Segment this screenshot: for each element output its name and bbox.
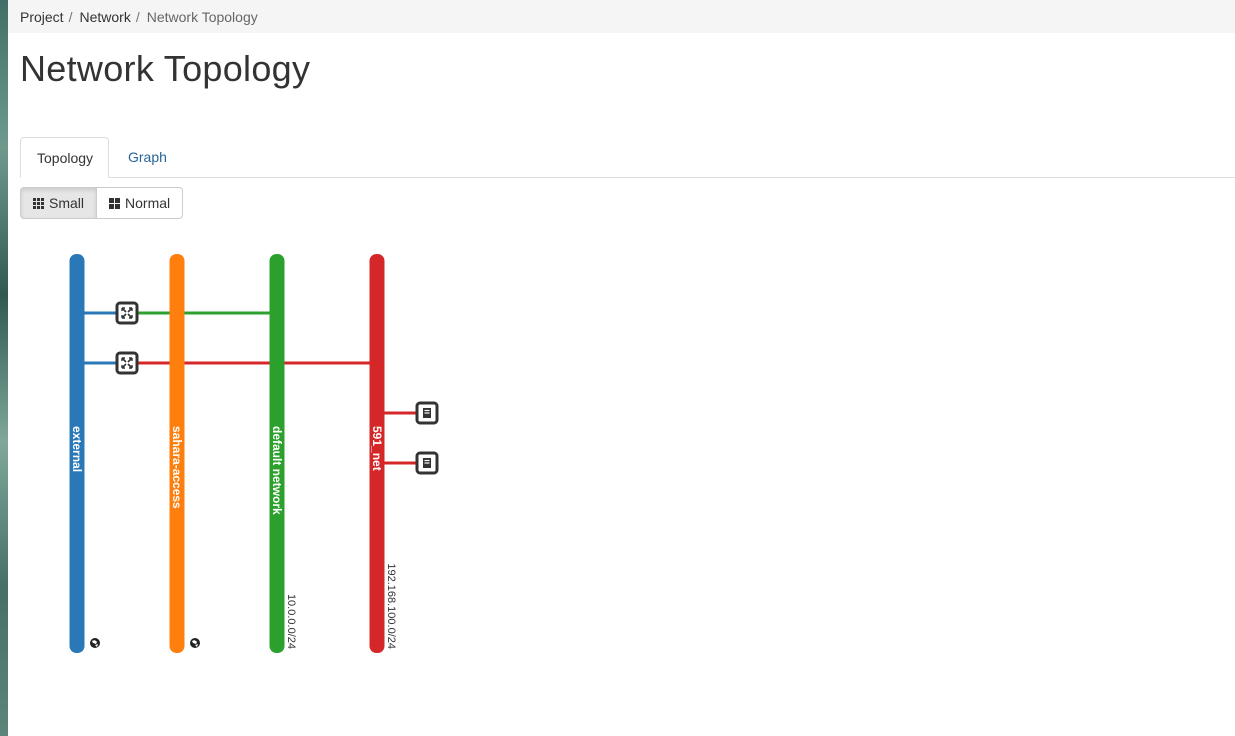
network-name-label: sahara-access <box>170 426 184 509</box>
view-size-toggle: Small Normal <box>20 187 184 219</box>
normal-view-label: Normal <box>125 195 171 211</box>
router-icon[interactable] <box>115 301 139 325</box>
network-name-label: 591_net <box>370 426 384 471</box>
tab-bar: Topology Graph <box>20 137 1235 178</box>
th-grid-icon <box>33 197 44 209</box>
server-icon[interactable] <box>415 401 439 425</box>
network-bar[interactable]: default network 10.0.0.0/24 <box>269 254 298 653</box>
page-title: Network Topology <box>20 48 311 89</box>
topology-canvas: external sahara-access default network 10.0… <box>69 254 439 653</box>
network-cidr-label: 192.168.100.0/24 <box>385 563 397 649</box>
th-large-icon <box>109 197 121 209</box>
globe-icon <box>190 638 200 648</box>
router-icon[interactable] <box>115 351 139 375</box>
breadcrumb: Project / Network / Network Topology <box>8 0 1235 33</box>
tab-topology[interactable]: Topology <box>20 137 109 178</box>
breadcrumb-item-network[interactable]: Network <box>79 9 130 25</box>
globe-icon <box>90 638 100 648</box>
small-view-button[interactable]: Small <box>20 187 98 219</box>
background-strip <box>0 0 8 736</box>
network-name-label: external <box>70 426 84 472</box>
tab-graph[interactable]: Graph <box>112 137 183 177</box>
breadcrumb-item-current: Network Topology <box>146 8 258 25</box>
normal-view-button[interactable]: Normal <box>97 187 184 219</box>
network-bar[interactable]: 591_net 192.168.100.0/24 <box>369 254 398 653</box>
small-view-label: Small <box>49 195 85 211</box>
server-icon[interactable] <box>415 451 439 475</box>
breadcrumb-item-project[interactable]: Project <box>20 9 64 25</box>
network-name-label: default network <box>270 426 284 515</box>
network-cidr-label: 10.0.0.0/24 <box>285 594 297 649</box>
breadcrumb-separator: / <box>68 8 73 25</box>
breadcrumb-separator: / <box>135 8 140 25</box>
